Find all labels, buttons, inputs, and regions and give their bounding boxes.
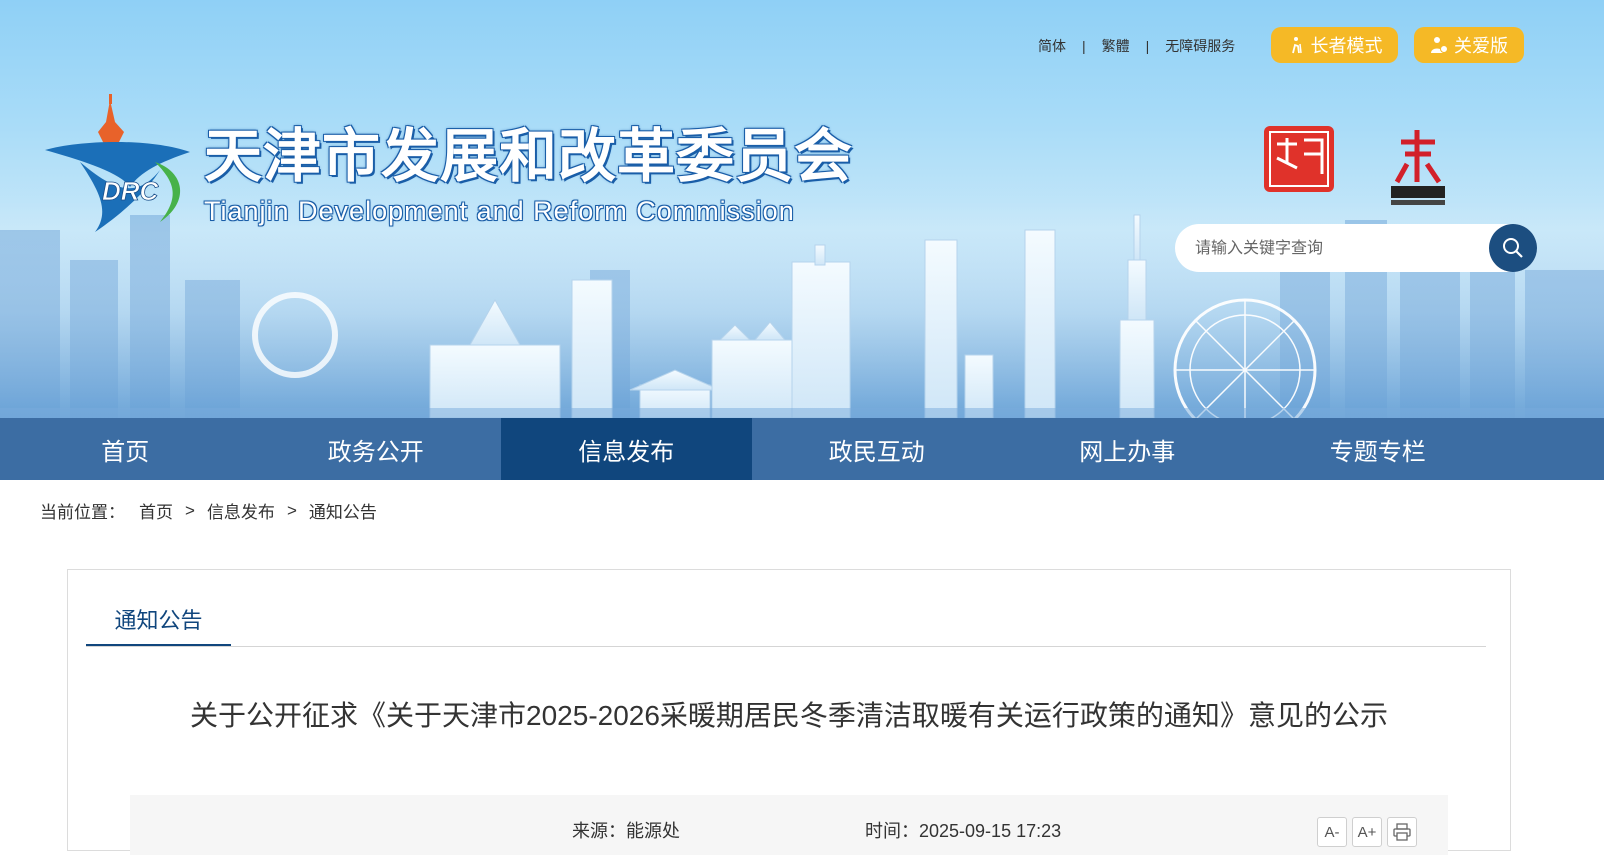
font-increase-icon: A+ [1357, 823, 1377, 841]
breadcrumb-home[interactable]: 首页 [139, 498, 173, 523]
site-title-chinese: 天津市发展和改革委员会 [204, 124, 854, 189]
link-separator: | [1145, 38, 1150, 54]
care-person-icon [1431, 37, 1448, 53]
source-label: 来源： [572, 821, 626, 841]
header-banner: 简体 | 繁體 | 无障碍服务 长者模式 关爱版 DRC 天津市发展和改革委员会… [0, 0, 1604, 418]
nav-item-home[interactable]: 首页 [0, 418, 251, 480]
link-separator: | [1082, 38, 1086, 54]
nav-item-special-topics[interactable]: 专题专栏 [1253, 418, 1504, 480]
breadcrumb: 当前位置： 首页 > 信息发布 > 通知公告 [40, 498, 377, 523]
search-box [1175, 224, 1537, 274]
elder-mode-label: 长者模式 [1310, 36, 1383, 56]
breadcrumb-separator: > [185, 500, 195, 520]
credit-tianjin-logo[interactable] [1387, 124, 1449, 208]
top-utility-links: 简体 | 繁體 | 无障碍服务 [1038, 36, 1235, 56]
care-mode-label: 关爱版 [1454, 36, 1508, 56]
time-value: 2025-09-15 17:23 [919, 821, 1062, 841]
article-title: 关于公开征求《关于天津市2025-2026采暖期居民冬季清洁取暖有关运行政策的通… [190, 700, 1388, 731]
nav-item-government-affairs[interactable]: 政务公开 [251, 418, 502, 480]
tab-notices[interactable]: 通知公告 [86, 594, 231, 647]
logo-text: DRC [102, 176, 160, 206]
accessibility-link[interactable]: 无障碍服务 [1165, 36, 1235, 56]
article-meta-bar: 来源：能源处 时间：2025-09-15 17:23 A- A+ [130, 795, 1448, 855]
printer-icon [1393, 823, 1411, 841]
traditional-chinese-link[interactable]: 繁體 [1102, 36, 1130, 56]
nav-item-information-release[interactable]: 信息发布 [501, 418, 752, 480]
search-input[interactable] [1193, 224, 1477, 274]
time-label: 时间： [865, 821, 919, 841]
care-mode-button[interactable]: 关爱版 [1414, 27, 1524, 63]
breadcrumb-label: 当前位置： [40, 503, 125, 522]
content-panel: 通知公告 关于公开征求《关于天津市2025-2026采暖期居民冬季清洁取暖有关运… [67, 569, 1511, 855]
breadcrumb-information-release[interactable]: 信息发布 [207, 498, 275, 523]
breadcrumb-notices[interactable]: 通知公告 [309, 498, 377, 523]
nav-item-online-services[interactable]: 网上办事 [1002, 418, 1253, 480]
source-value: 能源处 [626, 821, 680, 841]
article-time: 时间：2025-09-15 17:23 [865, 817, 1061, 843]
tab-divider [86, 646, 1486, 647]
elder-mode-button[interactable]: 长者模式 [1271, 27, 1398, 63]
breadcrumb-separator: > [286, 500, 297, 520]
elder-person-icon [1291, 37, 1302, 54]
font-increase-button[interactable]: A+ [1352, 817, 1382, 847]
simplified-chinese-link[interactable]: 简体 [1038, 36, 1066, 56]
article-source: 来源：能源处 [572, 817, 680, 843]
main-nav: 首页 政务公开 信息发布 政民互动 网上办事 专题专栏 [0, 418, 1604, 480]
search-icon [1503, 238, 1523, 258]
government-seal-logo[interactable] [1262, 124, 1336, 194]
nav-item-public-interaction[interactable]: 政民互动 [752, 418, 1003, 480]
font-decrease-button[interactable]: A- [1317, 817, 1347, 847]
drc-logo: DRC [45, 94, 190, 232]
print-button[interactable] [1387, 817, 1417, 847]
search-button[interactable] [1489, 224, 1537, 272]
font-decrease-icon: A- [1324, 823, 1340, 841]
site-title-english: Tianjin Development and Reform Commissio… [204, 196, 795, 226]
